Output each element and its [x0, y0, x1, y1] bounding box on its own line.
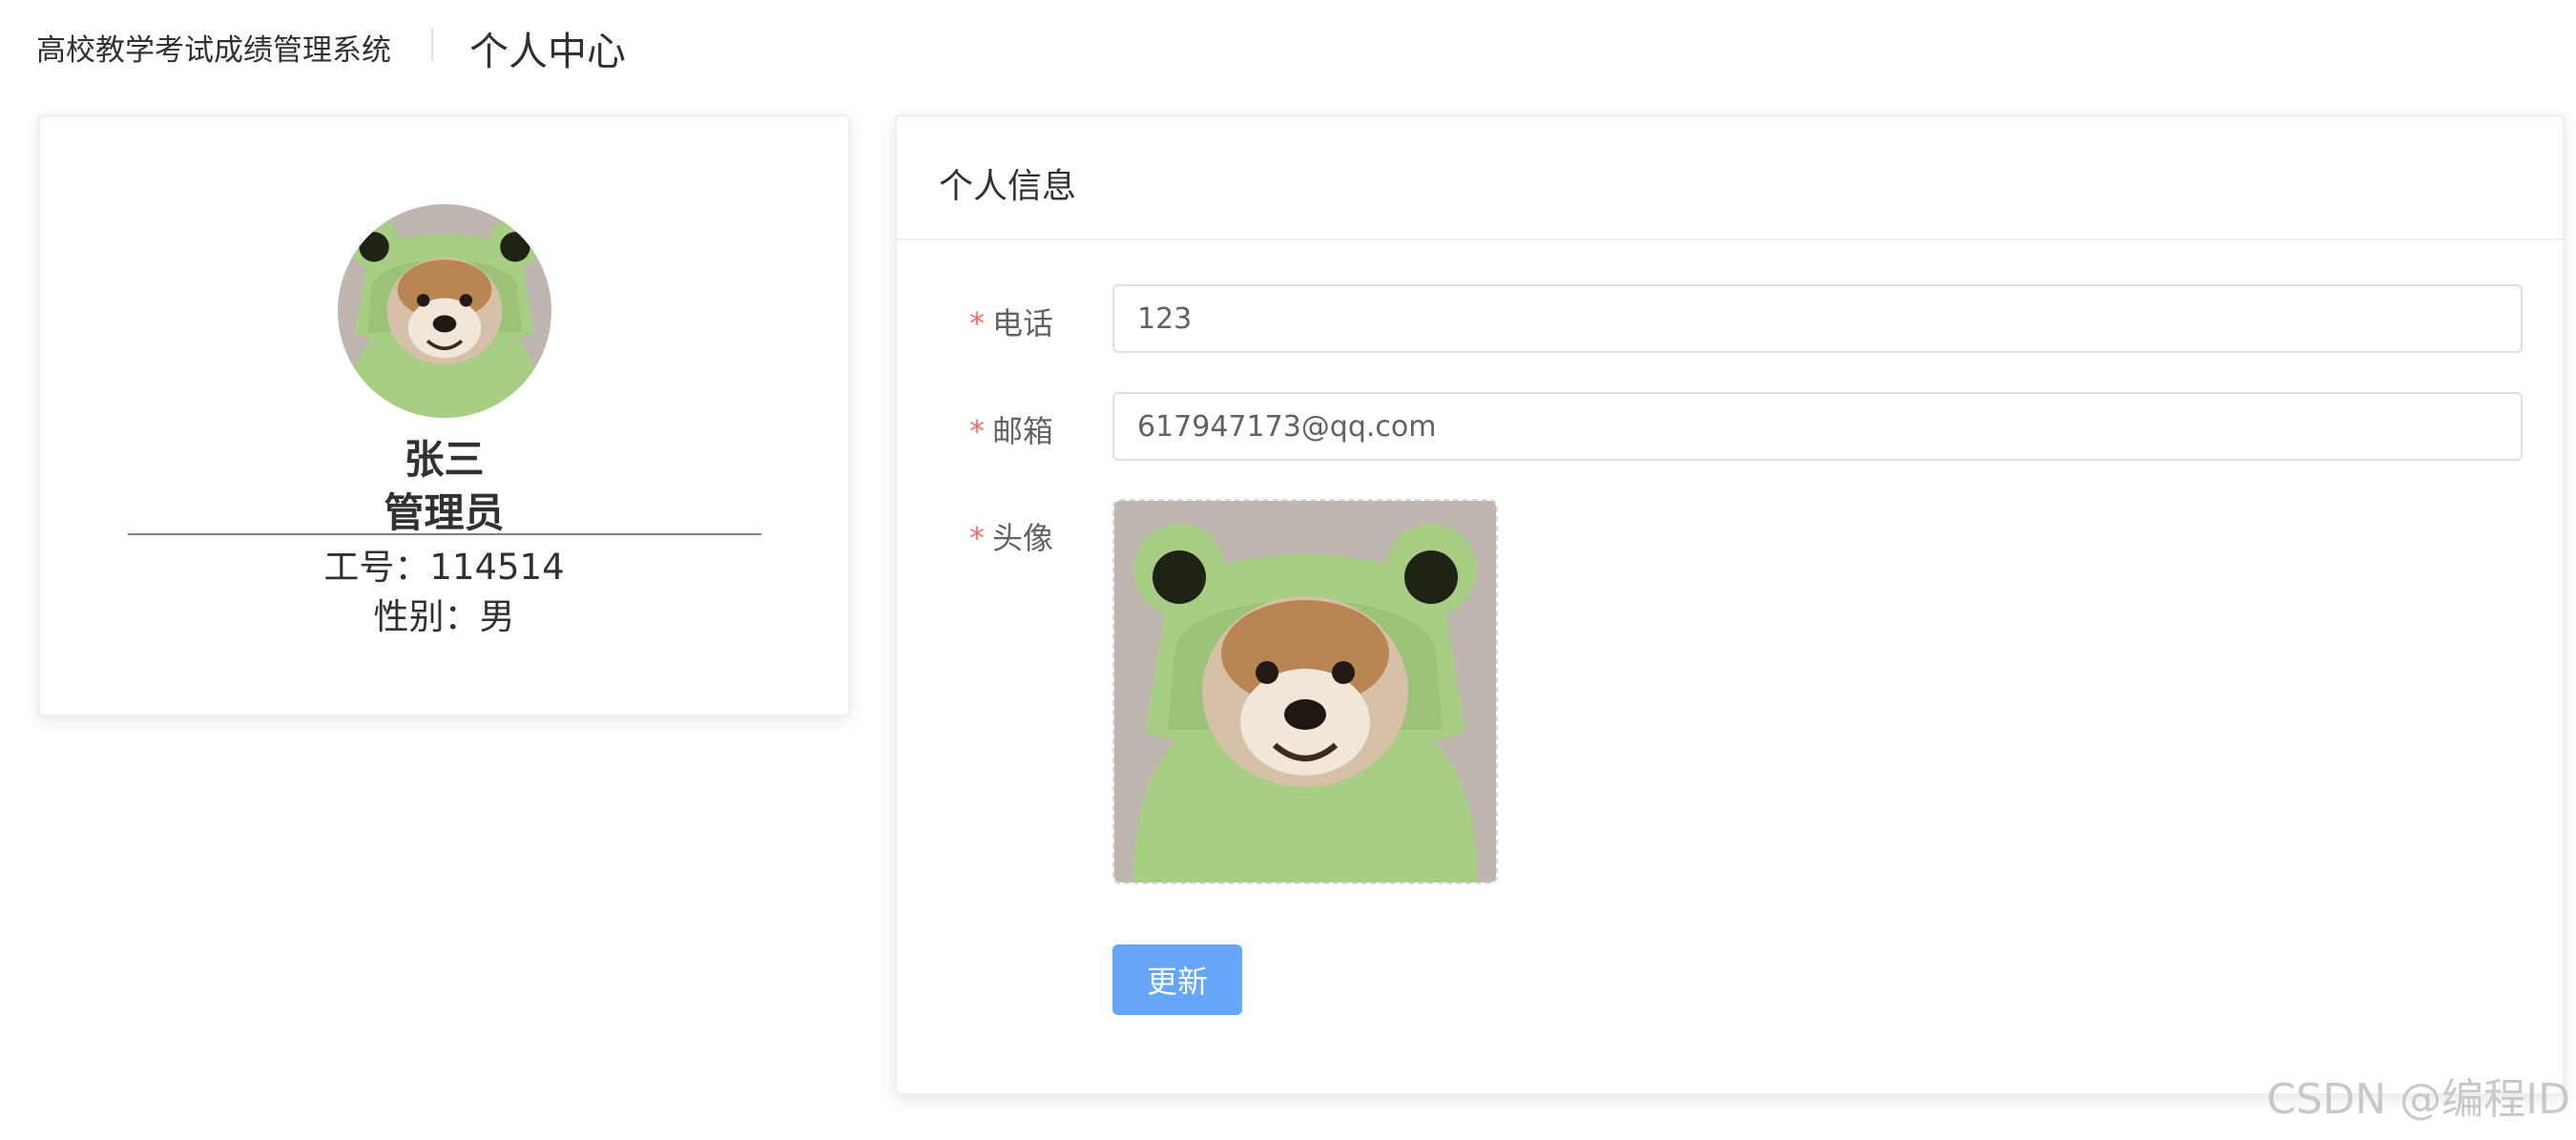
profile-role: 管理员 [384, 489, 505, 536]
profile-name: 张三 [404, 436, 485, 483]
profile-gender: 性别：男 [373, 596, 515, 637]
profile-employee-id: 工号：114514 [323, 547, 565, 588]
watermark: CSDN @编程ID [2266, 1075, 2570, 1124]
breadcrumb-divider [431, 29, 433, 61]
profile-divider [128, 533, 761, 535]
email-label: * 邮箱 [969, 407, 1053, 451]
top-bar: 高校教学考试成绩管理系统 个人中心 [0, 0, 2576, 92]
personal-info-card: 个人信息 *电话 *邮箱 *头像 更新 [895, 114, 2565, 1095]
email-label-text: 邮箱 [991, 413, 1053, 449]
required-mark: * [968, 305, 985, 342]
required-mark: * [968, 413, 985, 449]
avatar-uploader[interactable] [1112, 499, 1498, 884]
required-mark: * [968, 520, 985, 556]
phone-label-text: 电话 [991, 305, 1053, 342]
card-header: 个人信息 [897, 116, 2563, 240]
profile-card: 张三 管理员 工号：114514 性别：男 [38, 114, 850, 716]
phone-input[interactable] [1112, 284, 2523, 353]
avatar-label: * 头像 [969, 514, 1053, 558]
app-title: 高校教学考试成绩管理系统 [36, 33, 391, 68]
profile-avatar-icon [338, 204, 551, 418]
avatar-preview-icon [1114, 501, 1496, 882]
update-button[interactable]: 更新 [1112, 944, 1242, 1015]
email-input[interactable] [1112, 392, 2523, 461]
card-title: 个人信息 [939, 167, 1077, 206]
phone-label: * 电话 [969, 300, 1053, 343]
page-title: 个人中心 [469, 29, 626, 74]
avatar-label-text: 头像 [991, 520, 1053, 556]
